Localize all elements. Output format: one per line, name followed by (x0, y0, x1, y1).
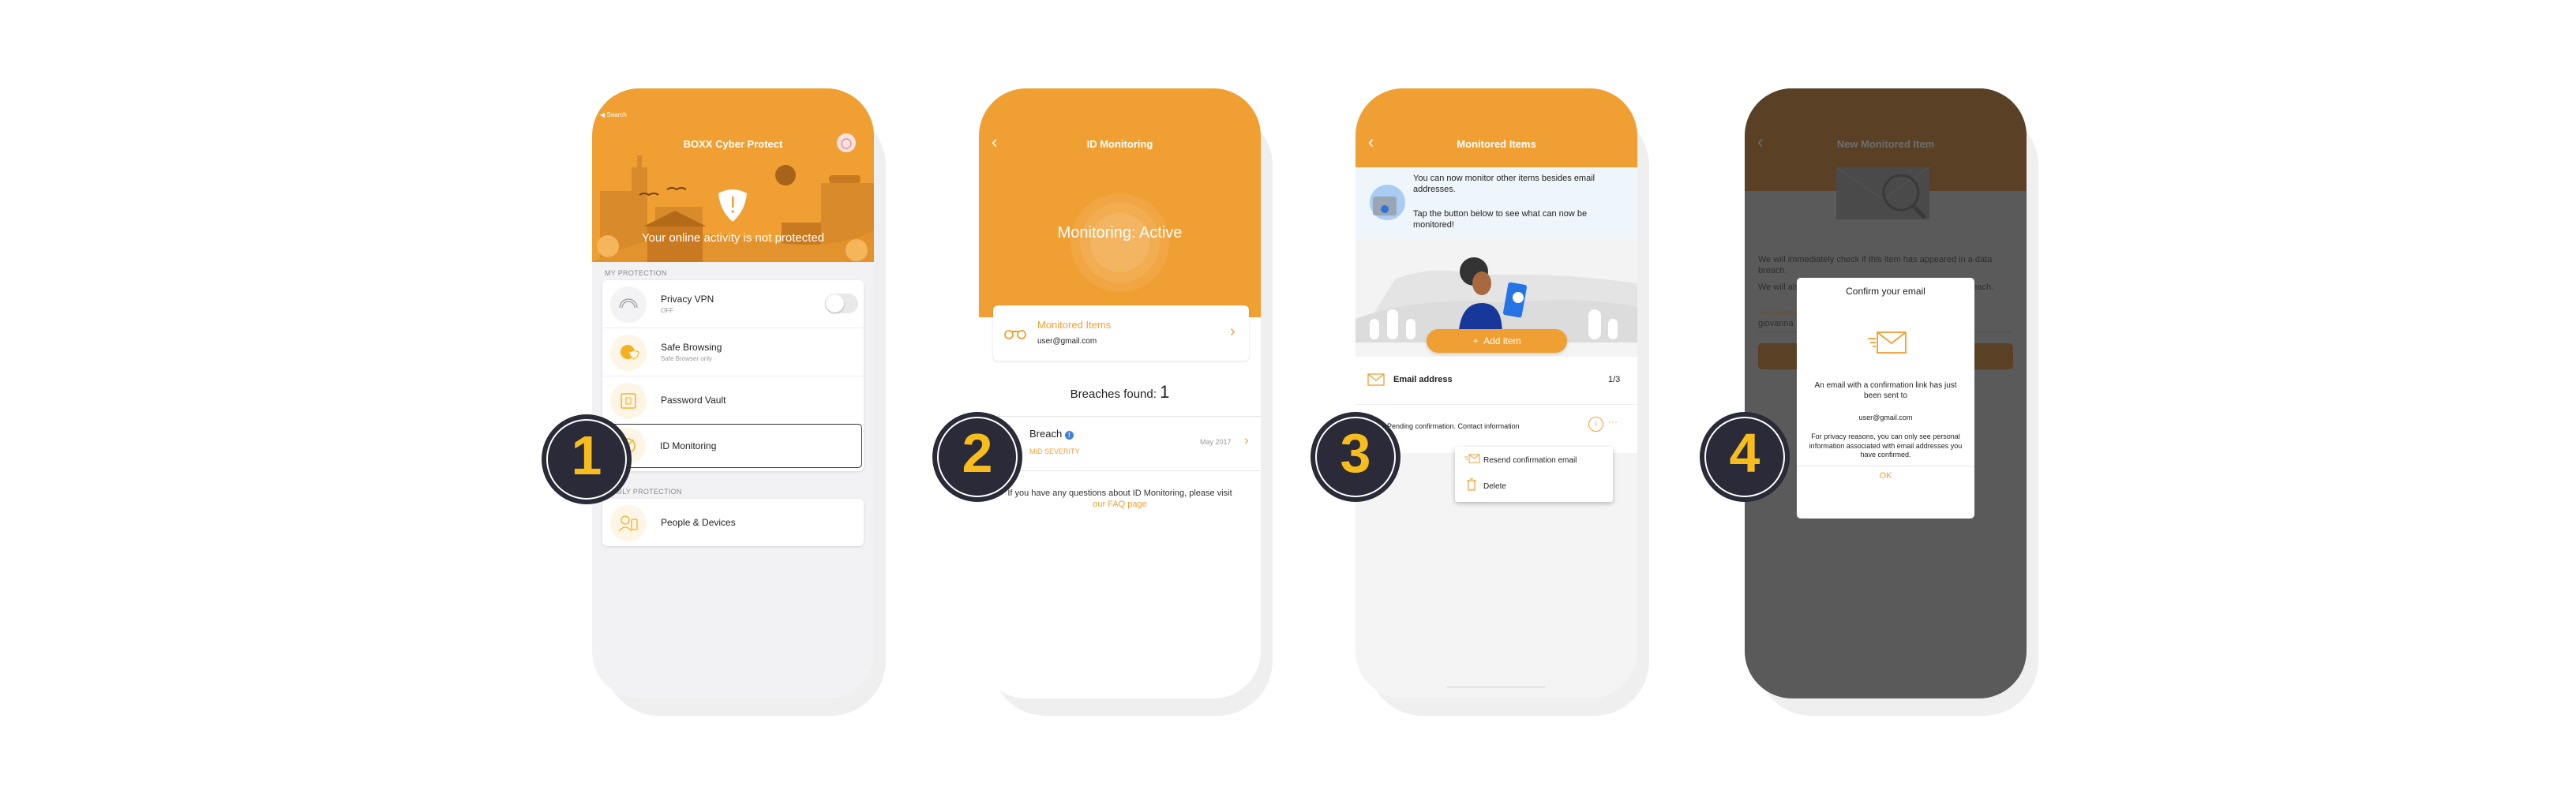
phone-screen-1: ◀ Search BOXX Cyber Protect Your online … (592, 88, 874, 698)
phone-screen-3: ‹ Monitored Items You can now monitor ot… (1355, 88, 1637, 698)
pending-text: Pending confirmation. Contact informatio… (1387, 422, 1520, 430)
context-menu: Resend confirmation email Delete (1455, 447, 1613, 502)
info-badge-icon: ! (1064, 431, 1074, 440)
description-1: We will immediately check if this item h… (1758, 255, 1993, 275)
app-title: BOXX Cyber Protect (683, 138, 783, 150)
dialog-body: An email with a confirmation link has ju… (1814, 381, 1957, 400)
list-item-id-monitoring[interactable]: ID Monitoring (601, 424, 862, 468)
menu-item-delete[interactable]: Delete (1455, 474, 1613, 502)
email-field-label: Email address (1758, 309, 1798, 316)
monitored-items-header: ‹ Monitored Items (1355, 88, 1637, 167)
radar-rings (1071, 193, 1169, 292)
banner-line-1: You can now monitor other items besides … (1413, 174, 1595, 194)
item-label: Password Vault (661, 395, 726, 406)
category-label: Email address (1393, 375, 1453, 384)
step-number: 4 (1729, 422, 1760, 484)
vault-icon (610, 383, 647, 419)
send-mail-icon (1464, 454, 1480, 463)
item-label: Privacy VPN (661, 294, 714, 305)
item-sublabel: OFF (661, 307, 673, 314)
confirm-email-dialog: Confirm your email An email with a confi… (1797, 278, 1974, 519)
item-label: ID Monitoring (660, 440, 717, 451)
step-badge-1: 1 (542, 414, 632, 504)
monitored-items-card[interactable]: Monitored Items user@gmail.com › (993, 305, 1249, 361)
phone-screen-2: ‹ ID Monitoring Monitoring: Active Monit… (979, 88, 1261, 698)
send-mail-icon (1868, 331, 1907, 354)
back-label: Search (606, 111, 627, 118)
document-folder-icon (1370, 185, 1405, 220)
family-list: People & Devices (602, 499, 864, 546)
list-item-people-devices[interactable]: People & Devices (602, 499, 864, 546)
info-icon[interactable]: i (1588, 417, 1603, 432)
section-my-protection: MY PROTECTION (605, 269, 667, 277)
monitoring-status: Monitoring: Active (1057, 224, 1183, 242)
step-badge-3: 3 (1310, 412, 1400, 502)
screen-title: ID Monitoring (1086, 138, 1153, 150)
step-number: 3 (1340, 422, 1371, 484)
envelope-icon (1367, 373, 1385, 386)
warning-shield-icon (718, 189, 747, 222)
breach-date: May 2017 (1200, 438, 1232, 446)
monitored-email: user@gmail.com (1037, 337, 1097, 346)
screen-title: Monitored Items (1457, 138, 1536, 150)
banner-line-2: Tap the button below to see what can now… (1413, 209, 1588, 230)
id-monitoring-header: ‹ ID Monitoring Monitoring: Active (979, 88, 1261, 317)
screen-title: New Monitored Item (1836, 138, 1935, 150)
menu-item-resend[interactable]: Resend confirmation email (1455, 447, 1613, 474)
ok-button[interactable]: OK (1797, 471, 1974, 481)
breaches-found: Breaches found: 1 (979, 382, 1261, 402)
back-search-link[interactable]: ◀ Search (600, 111, 627, 118)
menu-label: Resend confirmation email (1483, 456, 1577, 465)
chevron-right-icon: › (1230, 323, 1236, 340)
dialog-email: user@gmail.com (1858, 414, 1913, 421)
item-sublabel: Safe Browser only (661, 355, 712, 362)
dialog-title: Confirm your email (1846, 286, 1925, 297)
plus-icon: + (1472, 335, 1479, 346)
breach-title: Breach (1029, 428, 1063, 440)
protection-status-text: Your online activity is not protected (641, 231, 825, 245)
step-badge-2: 2 (932, 412, 1022, 502)
more-options-icon[interactable]: ··· (1608, 416, 1618, 427)
phone-screen-4: ‹ New Monitored Item We will immediately… (1745, 88, 2027, 698)
add-item-label: Add item (1483, 335, 1521, 346)
category-count: 1/3 (1608, 375, 1621, 384)
breaches-count: 1 (1160, 382, 1170, 402)
protection-list: Privacy VPN OFF Safe Browsing Safe Brows… (601, 280, 864, 471)
face-icon (841, 138, 852, 149)
globe-shield-icon (610, 335, 647, 371)
step-badge-4: 4 (1700, 412, 1790, 502)
breach-name: Breach ! (1029, 428, 1074, 440)
profile-avatar-button[interactable] (837, 133, 856, 152)
person-tablet-illustration (1355, 240, 1637, 343)
menu-label: Delete (1483, 482, 1506, 491)
list-item-privacy-vpn[interactable]: Privacy VPN OFF (602, 280, 864, 328)
toggle-knob (826, 294, 844, 313)
step-number: 1 (571, 425, 602, 486)
envelope-search-icon (1836, 167, 1930, 219)
item-label: Safe Browsing (661, 342, 722, 353)
vpn-toggle[interactable] (825, 294, 858, 313)
faq-text: If you have any questions about ID Monit… (1007, 489, 1232, 498)
trash-icon (1467, 478, 1476, 491)
breaches-label: Breaches found: (1070, 388, 1157, 401)
list-item-safe-browsing[interactable]: Safe Browsing Safe Browser only (602, 328, 864, 376)
step-number: 2 (962, 422, 993, 484)
info-banner: You can now monitor other items besides … (1355, 167, 1637, 240)
dialog-note: For privacy reasons, you can only see pe… (1809, 432, 1963, 459)
breach-severity: MID SEVERITY (1029, 447, 1080, 455)
person-device-icon (610, 505, 647, 541)
list-item-password-vault[interactable]: Password Vault (602, 376, 864, 425)
item-label: People & Devices (661, 517, 736, 528)
chevron-right-icon: › (1244, 432, 1249, 447)
monitored-items-title: Monitored Items (1037, 319, 1112, 331)
binoculars-icon (1004, 330, 1026, 339)
home-hero: ◀ Search BOXX Cyber Protect Your online … (592, 88, 874, 262)
vpn-signal-icon (610, 286, 647, 323)
faq-link[interactable]: our FAQ page (979, 500, 1261, 509)
add-item-button[interactable]: + Add item (1427, 329, 1567, 353)
